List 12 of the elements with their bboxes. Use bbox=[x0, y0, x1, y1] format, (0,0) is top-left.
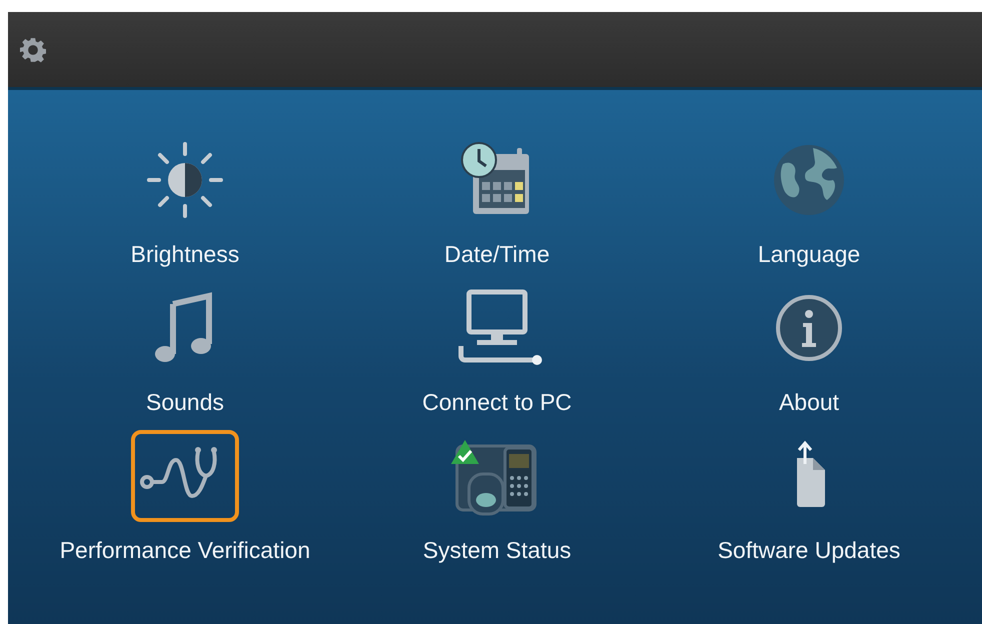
settings-label: Brightness bbox=[130, 240, 240, 268]
settings-label: About bbox=[778, 388, 840, 416]
settings-label: Date/Time bbox=[444, 240, 550, 268]
settings-icon[interactable] bbox=[20, 36, 46, 62]
settings-label: System Status bbox=[422, 536, 572, 564]
brightness-icon bbox=[145, 140, 225, 220]
settings-tile[interactable] bbox=[131, 430, 239, 522]
settings-label: Sounds bbox=[146, 388, 224, 416]
settings-label: Software Updates bbox=[718, 536, 900, 564]
settings-label: Connect to PC bbox=[422, 388, 572, 416]
settings-label: Performance Verification bbox=[60, 536, 310, 564]
settings-label: Language bbox=[758, 240, 860, 268]
